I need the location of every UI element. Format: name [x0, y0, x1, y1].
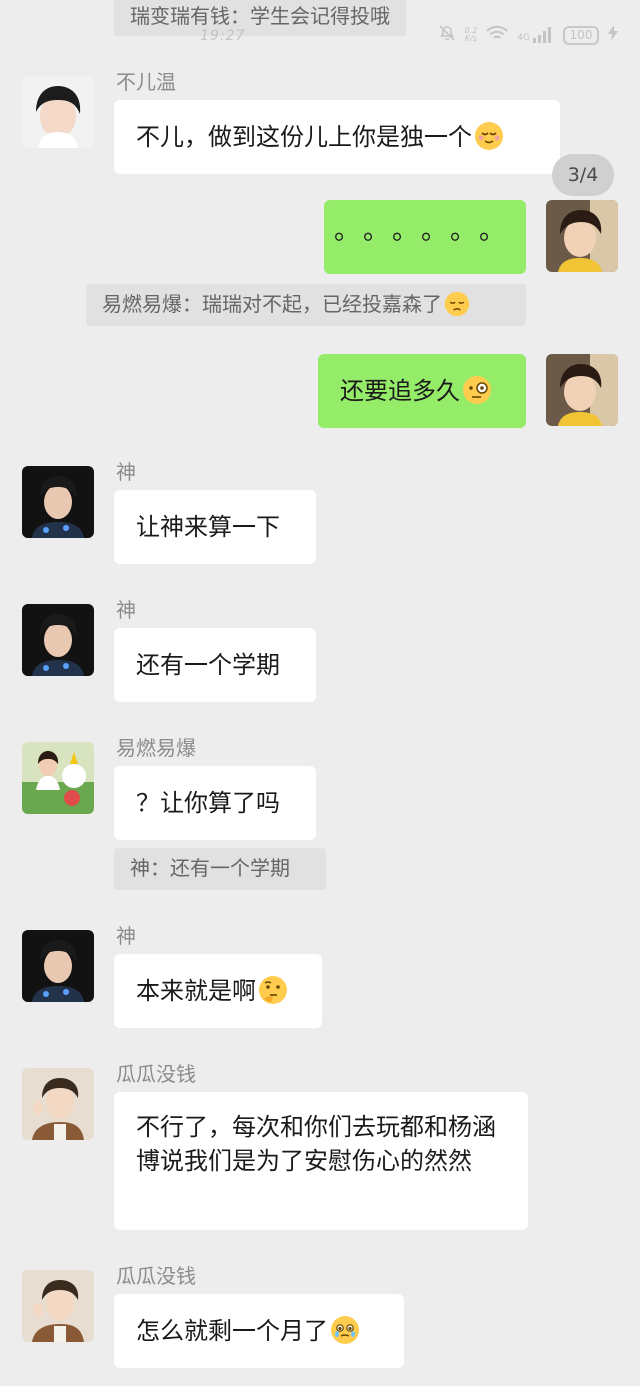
avatar[interactable] — [546, 200, 618, 272]
thinking-face-emoji — [258, 975, 288, 1005]
face-with-monocle-emoji — [462, 375, 492, 405]
message-bubble[interactable]: ？让你算了吗 — [114, 766, 316, 840]
status-bar: 19:27 0.2 K/s 4G 100 — [0, 22, 640, 50]
chat-screen: 瑞变瑞有钱：学生会记得投哦 19:27 0.2 K/s 4G 100 不儿温 不… — [0, 0, 640, 1386]
battery-indicator: 100 — [563, 25, 599, 45]
message-bubble[interactable]: 不儿，做到这份儿上你是独一个 — [114, 100, 560, 174]
network-speed-unit: K/s — [464, 34, 477, 43]
page-indicator[interactable]: 3/4 — [552, 154, 614, 196]
message-text: ？让你算了吗 — [136, 789, 280, 817]
message-text: 怎么就剩一个月了 — [136, 1317, 328, 1345]
sender-name: 易燃易爆 — [116, 736, 196, 760]
message-bubble[interactable]: 本来就是啊 — [114, 954, 322, 1028]
avatar[interactable] — [22, 604, 94, 676]
relieved-face-emoji — [474, 121, 504, 151]
message-text: 不行了，每次和你们去玩都和杨涵博说我们是为了安慰伤心的然然 — [136, 1113, 496, 1175]
message-bubble-self[interactable]: 还要追多久 — [318, 354, 526, 428]
wifi-icon — [486, 25, 509, 45]
message-bubble-self[interactable]: 。。。。。。 — [324, 200, 526, 274]
avatar[interactable] — [22, 1068, 94, 1140]
message-text: 不儿，做到这份儿上你是独一个 — [136, 123, 472, 151]
quoted-message-text: 易燃易爆：瑞瑞对不起，已经投嘉森了 — [102, 292, 442, 316]
message-text: 。。。。。。 — [334, 216, 522, 246]
cell-signal-icon: 4G — [517, 27, 554, 43]
mute-icon — [438, 24, 456, 46]
face-holding-back-tears-emoji — [330, 1315, 360, 1345]
message-bubble[interactable]: 让神来算一下 — [114, 490, 316, 564]
avatar[interactable] — [22, 930, 94, 1002]
network-speed: 0.2 K/s — [465, 27, 478, 43]
message-text: 还要追多久 — [340, 377, 460, 405]
cell-signal-label: 4G — [517, 33, 530, 43]
pensive-face-emoji — [444, 291, 470, 317]
avatar[interactable] — [22, 742, 94, 814]
sender-name: 神 — [116, 460, 136, 484]
sender-name: 不儿温 — [116, 70, 176, 94]
message-text: 让神来算一下 — [136, 513, 280, 541]
message-bubble[interactable]: 不行了，每次和你们去玩都和杨涵博说我们是为了安慰伤心的然然 — [114, 1092, 528, 1230]
avatar[interactable] — [22, 76, 94, 148]
sender-name: 瓜瓜没钱 — [116, 1062, 196, 1086]
sender-name: 神 — [116, 598, 136, 622]
quoted-message[interactable]: 易燃易爆：瑞瑞对不起，已经投嘉森了 — [86, 284, 526, 326]
message-bubble[interactable]: 还有一个学期 — [114, 628, 316, 702]
message-text: 本来就是啊 — [136, 977, 256, 1005]
avatar[interactable] — [22, 1270, 94, 1342]
status-time: 19:27 — [200, 28, 246, 44]
quoted-message[interactable]: 神：还有一个学期 — [114, 848, 326, 890]
sender-name: 神 — [116, 924, 136, 948]
charging-icon — [608, 25, 618, 45]
sender-name: 瓜瓜没钱 — [116, 1264, 196, 1288]
avatar[interactable] — [546, 354, 618, 426]
avatar[interactable] — [22, 466, 94, 538]
status-icons: 0.2 K/s 4G 100 — [438, 24, 618, 46]
message-text: 还有一个学期 — [136, 651, 280, 679]
quoted-message-text: 神：还有一个学期 — [130, 856, 290, 880]
message-bubble[interactable]: 怎么就剩一个月了 — [114, 1294, 404, 1368]
